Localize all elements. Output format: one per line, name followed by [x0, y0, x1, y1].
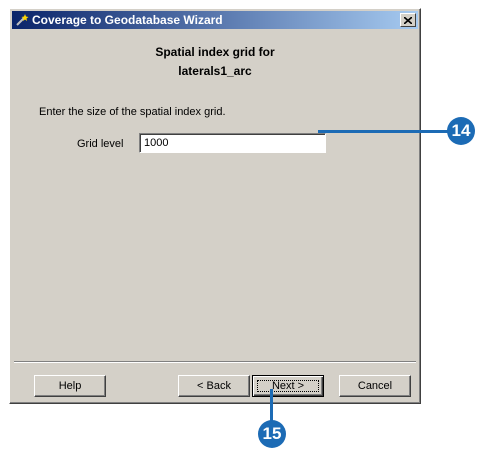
next-button[interactable]: Next >	[252, 375, 324, 397]
back-button[interactable]: < Back	[178, 375, 250, 397]
callout-line-15	[270, 389, 273, 421]
window-title: Coverage to Geodatabase Wizard	[32, 13, 223, 27]
step-badge-15: 15	[258, 420, 286, 448]
button-separator	[14, 361, 416, 363]
grid-level-input[interactable]	[139, 133, 326, 153]
step-badge-14: 14	[447, 117, 475, 145]
instruction-text: Enter the size of the spatial index grid…	[39, 106, 226, 118]
close-button[interactable]	[400, 13, 416, 27]
wizard-header: Spatial index grid for laterals1_arc	[12, 31, 418, 91]
focus-rectangle	[257, 380, 319, 392]
wizard-dialog: Coverage to Geodatabase Wizard Spatial i…	[9, 8, 421, 404]
cancel-button[interactable]: Cancel	[339, 375, 411, 397]
header-title: Spatial index grid for	[155, 45, 275, 59]
title-bar[interactable]: Coverage to Geodatabase Wizard	[12, 11, 418, 29]
header-subtitle: laterals1_arc	[178, 64, 252, 78]
close-icon	[404, 16, 412, 24]
wand-icon	[16, 14, 29, 26]
help-button[interactable]: Help	[34, 375, 106, 397]
callout-line-14	[318, 130, 450, 133]
grid-level-label: Grid level	[77, 138, 124, 150]
